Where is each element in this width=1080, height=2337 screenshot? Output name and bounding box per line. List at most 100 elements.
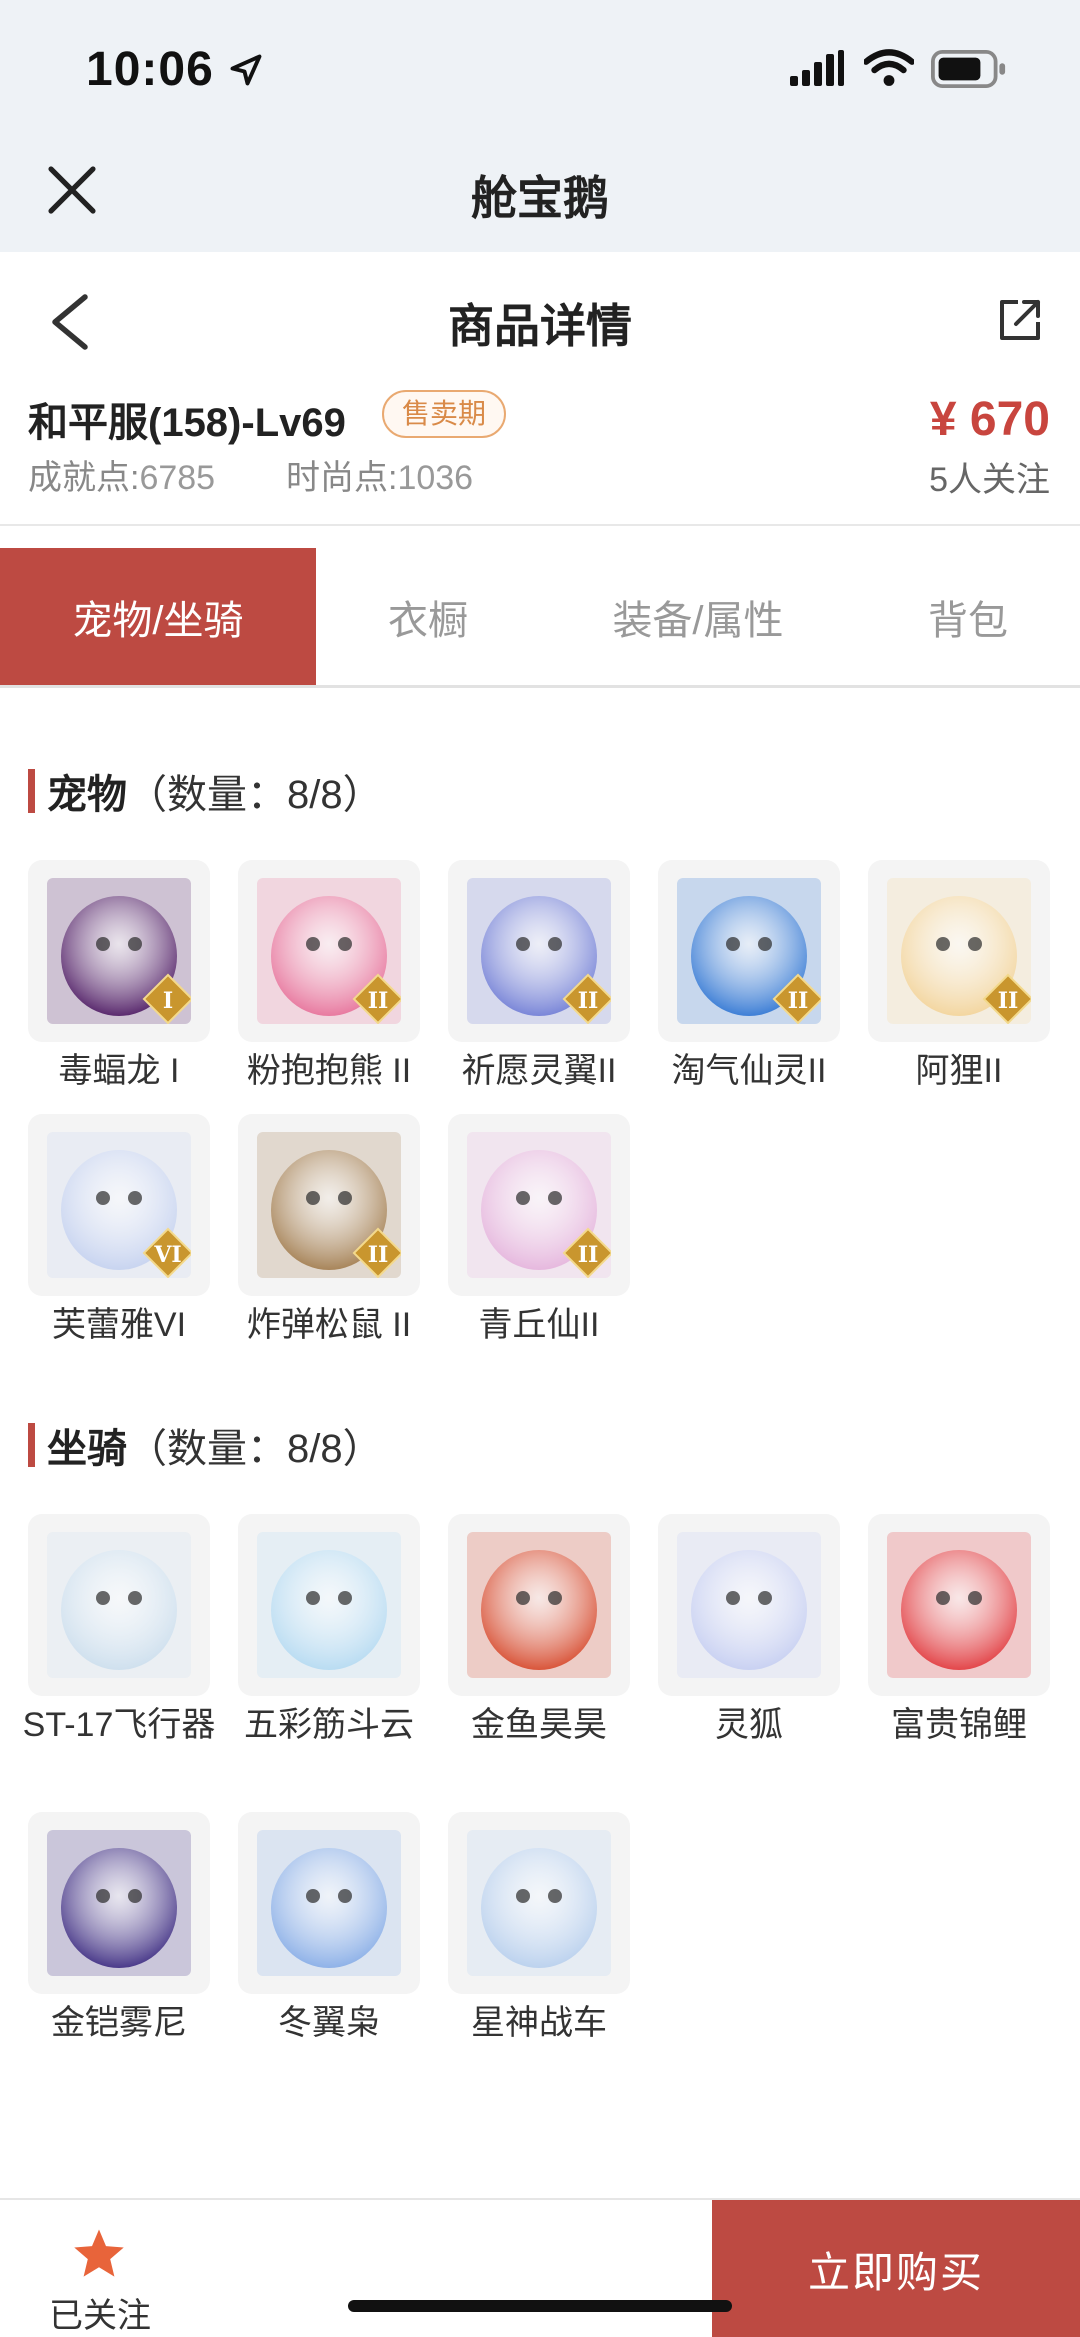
tier-label: II (578, 988, 599, 1014)
mounts-name: 金鱼昊昊 (471, 1706, 607, 1744)
bottom-action-bar: 已关注 立即购买 (0, 2198, 1080, 2337)
mounts-thumbnail (868, 1514, 1050, 1696)
tab-backpack[interactable]: 背包 (856, 548, 1080, 685)
mounts-section-title: 坐骑 （数量：8/8） (28, 1416, 383, 1474)
mounts-item[interactable]: 富贵锦鲤 (868, 1514, 1050, 1748)
mounts-thumbnail (28, 1812, 210, 1994)
fashion-points: 时尚点:1036 (286, 450, 473, 499)
share-icon[interactable] (996, 296, 1044, 344)
pets-thumbnail: VI (28, 1114, 210, 1296)
mounts-thumbnail (238, 1812, 420, 1994)
status-badge: 售卖期 (382, 390, 507, 438)
mounts-item[interactable]: 冬翼枭 (238, 1812, 420, 2046)
tab-wardrobe[interactable]: 衣橱 (316, 548, 540, 685)
mounts-portrait-icon (47, 1830, 191, 1976)
fashion-label: 时尚点: (286, 459, 398, 497)
pets-item[interactable]: II 淘气仙灵II (658, 860, 840, 1094)
cellular-signal-icon (790, 50, 844, 86)
mounts-item[interactable]: 星神战车 (448, 1812, 630, 2046)
mounts-name: ST-17飞行器 (22, 1706, 216, 1744)
pets-thumbnail: II (658, 860, 840, 1042)
mounts-portrait-icon (257, 1532, 401, 1678)
mounts-portrait-icon (257, 1830, 401, 1976)
product-name: 和平服(158)-Lv69 (28, 401, 346, 445)
pets-name: 淘气仙灵II (671, 1052, 827, 1090)
tab-bar: 宠物/坐骑 衣橱 装备/属性 背包 (0, 548, 1080, 688)
tier-label: II (368, 1242, 389, 1268)
pets-portrait-icon: II (467, 878, 611, 1024)
pets-name: 粉抱抱熊 II (246, 1052, 412, 1090)
pets-item[interactable]: VI 芙蕾雅VI (28, 1114, 210, 1348)
pets-thumbnail: II (448, 1114, 630, 1296)
tab-equipment[interactable]: 装备/属性 (540, 548, 856, 685)
pets-item[interactable]: II 阿狸II (868, 860, 1050, 1094)
mounts-name: 灵狐 (715, 1706, 783, 1744)
achievement-points: 成就点:6785 (28, 450, 215, 499)
fashion-value: 1036 (397, 459, 474, 497)
pets-thumbnail: II (448, 860, 630, 1042)
pets-name: 芙蕾雅VI (51, 1306, 187, 1344)
tier-label: II (578, 1242, 599, 1268)
pets-thumbnail: I (28, 860, 210, 1042)
follow-label: 已关注 (49, 2297, 151, 2335)
section-accent-bar (28, 1423, 35, 1467)
pets-portrait-icon: II (467, 1132, 611, 1278)
pets-name: 阿狸II (915, 1052, 1003, 1090)
mounts-item[interactable]: 金鱼昊昊 (448, 1514, 630, 1748)
pets-section-title: 宠物 （数量：8/8） (28, 762, 383, 820)
pets-portrait-icon: II (257, 1132, 401, 1278)
mounts-name: 金铠雾尼 (51, 2004, 187, 2042)
pets-thumbnail: II (238, 860, 420, 1042)
tier-label: VI (153, 1242, 181, 1268)
mounts-name: 星神战车 (471, 2004, 607, 2042)
star-icon (74, 2229, 124, 2277)
mounts-thumbnail (28, 1514, 210, 1696)
mounts-item[interactable]: 五彩筋斗云 (238, 1514, 420, 1748)
pets-item[interactable]: II 炸弹松鼠 II (238, 1114, 420, 1348)
home-indicator (348, 2300, 732, 2312)
mounts-item[interactable]: 金铠雾尼 (28, 1812, 210, 2046)
page-title: 商品详情 (448, 300, 632, 352)
pets-portrait-icon: II (887, 878, 1031, 1024)
section-accent-bar (28, 769, 35, 813)
pets-portrait-icon: I (47, 878, 191, 1024)
follow-button[interactable]: 已关注 (40, 2216, 160, 2335)
product-info: 和平服(158)-Lv69 售卖期 成就点:6785 时尚点:1036 ¥ 67… (0, 380, 1080, 526)
screen: 10:06 舱宝鹅 商品详情 和平服(158)-Lv69 售卖期 成就点:678… (0, 0, 1080, 2337)
mounts-thumbnail (448, 1514, 630, 1696)
pets-name: 炸弹松鼠 II (246, 1306, 412, 1344)
location-arrow-icon (230, 54, 262, 86)
pets-portrait-icon: VI (47, 1132, 191, 1278)
status-time: 10:06 (86, 43, 214, 96)
pets-item[interactable]: II 粉抱抱熊 II (238, 860, 420, 1094)
achievement-label: 成就点: (28, 459, 140, 497)
tab-pets-mounts[interactable]: 宠物/坐骑 (0, 548, 316, 685)
price: ¥ 670 (929, 393, 1050, 446)
pets-thumbnail: II (238, 1114, 420, 1296)
pets-thumbnail: II (868, 860, 1050, 1042)
mounts-title: 坐骑 (47, 1427, 127, 1471)
pets-name: 祈愿灵翼II (461, 1052, 617, 1090)
mounts-thumbnail (658, 1514, 840, 1696)
pets-name: 毒蝠龙 I (58, 1052, 180, 1090)
mounts-name: 冬翼枭 (278, 2004, 380, 2042)
mounts-item[interactable]: 灵狐 (658, 1514, 840, 1748)
pets-item[interactable]: II 祈愿灵翼II (448, 860, 630, 1094)
pets-item[interactable]: II 青丘仙II (448, 1114, 630, 1348)
mounts-thumbnail (238, 1514, 420, 1696)
mounts-portrait-icon (467, 1532, 611, 1678)
pets-item[interactable]: I 毒蝠龙 I (28, 860, 210, 1094)
buy-now-button[interactable]: 立即购买 (712, 2200, 1080, 2337)
tier-label: I (163, 988, 173, 1014)
mounts-portrait-icon (677, 1532, 821, 1678)
follower-count: 5人关注 (929, 461, 1050, 499)
mounts-name: 五彩筋斗云 (244, 1706, 414, 1744)
mounts-portrait-icon (467, 1830, 611, 1976)
top-area: 10:06 舱宝鹅 (0, 0, 1080, 252)
tier-label: II (788, 988, 809, 1014)
pets-portrait-icon: II (257, 878, 401, 1024)
mounts-thumbnail (448, 1812, 630, 1994)
mounts-item[interactable]: ST-17飞行器 (23, 1514, 215, 1748)
pets-portrait-icon: II (677, 878, 821, 1024)
pets-count: （数量：8/8） (127, 773, 383, 817)
